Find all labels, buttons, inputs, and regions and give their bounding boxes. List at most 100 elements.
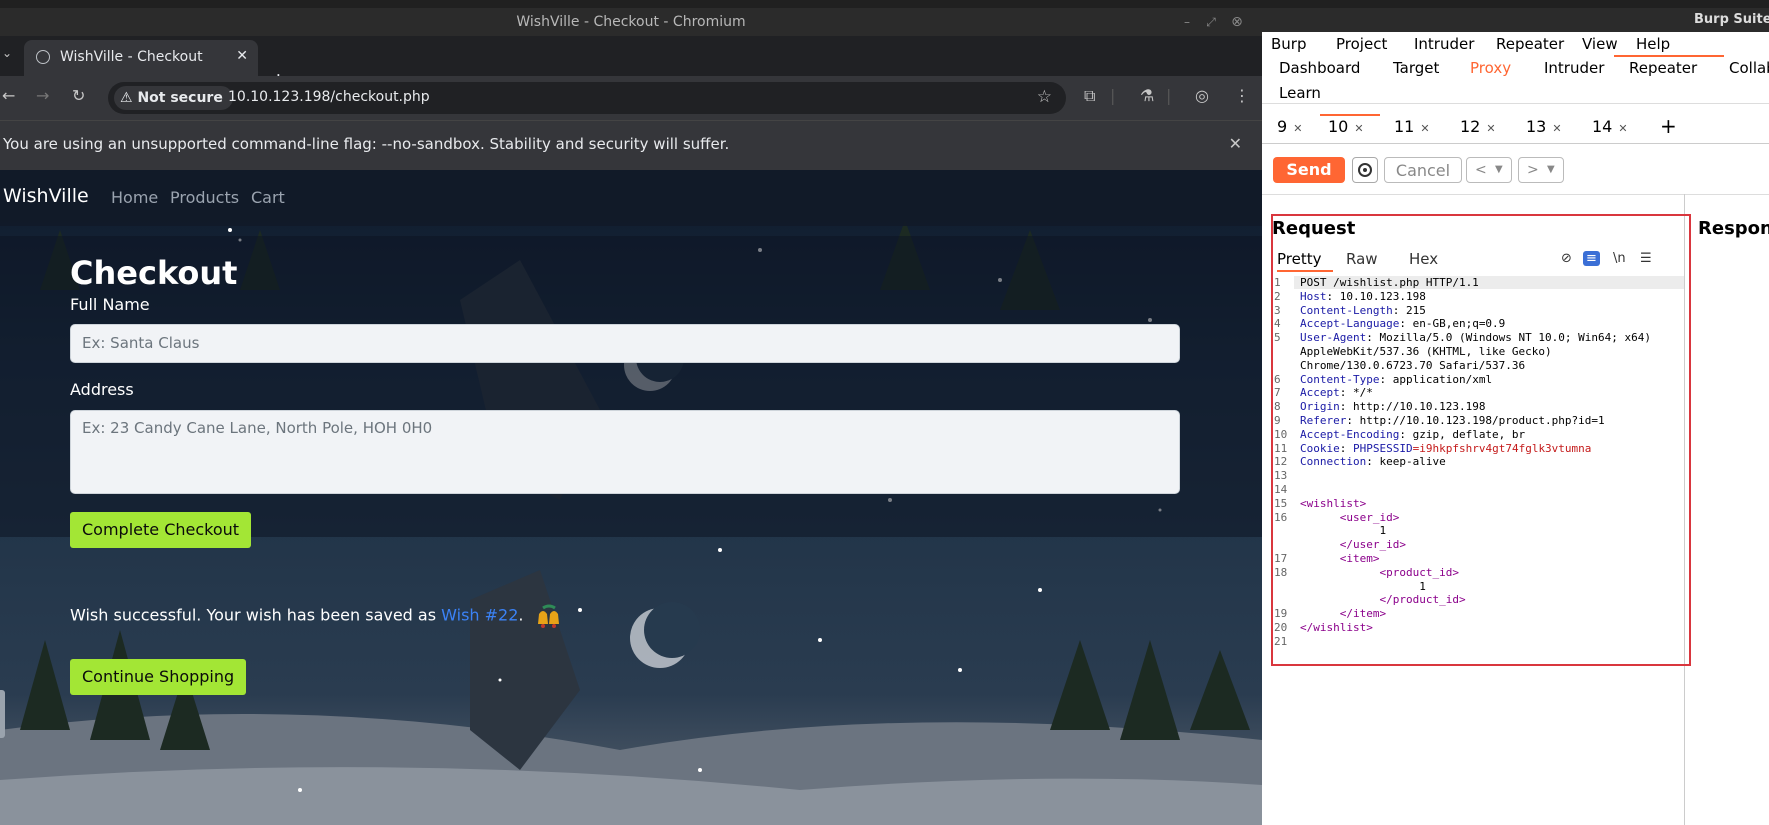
site-brand[interactable]: WishVille xyxy=(3,185,89,207)
hide-eye-icon[interactable]: ⊘ xyxy=(1561,251,1572,266)
tab-proxy[interactable]: Proxy xyxy=(1470,59,1511,77)
header-value: : 10.10.123.198 xyxy=(1326,289,1426,303)
infobar-message: You are using an unsupported command-lin… xyxy=(3,135,730,153)
request-line: <item> xyxy=(1300,552,1380,566)
close-tab-icon[interactable]: ✕ xyxy=(1420,122,1429,135)
repeater-tab-10[interactable]: 10 ✕ xyxy=(1328,117,1364,136)
request-line: Content-Type: application/xml xyxy=(1300,373,1492,387)
line-number: 9 xyxy=(1274,414,1281,427)
globe-icon xyxy=(36,50,50,64)
header-value: : http://10.10.123.198/product.php?id=1 xyxy=(1346,414,1605,427)
url-text[interactable]: 10.10.123.198/checkout.php xyxy=(228,89,430,105)
reload-icon[interactable]: ↻ xyxy=(72,86,85,105)
settings-gear-icon[interactable] xyxy=(1352,157,1378,183)
tab-intruder[interactable]: Intruder xyxy=(1544,59,1604,77)
header-value: : application/xml xyxy=(1379,372,1493,386)
send-button[interactable]: Send xyxy=(1273,157,1345,183)
active-repeater-indicator xyxy=(1320,114,1380,116)
burp-titlebar: Burp Suite xyxy=(1262,8,1769,32)
hamburger-menu-icon[interactable]: ☰ xyxy=(1640,251,1652,266)
response-title: Respon xyxy=(1698,218,1769,239)
add-tab-icon[interactable]: + xyxy=(1660,114,1677,138)
close-tab-icon[interactable]: ✕ xyxy=(1354,122,1363,135)
close-tab-icon[interactable]: ✕ xyxy=(1552,122,1561,135)
tab-repeater[interactable]: Repeater xyxy=(1629,59,1697,77)
forward-icon[interactable]: → xyxy=(36,86,49,105)
maximize-icon[interactable]: ⤢ xyxy=(1200,8,1222,36)
line-number: 13 xyxy=(1274,469,1288,483)
xml-text: </product_id> xyxy=(1300,593,1466,607)
address-textarea[interactable]: Ex: 23 Candy Cane Lane, North Pole, HOH … xyxy=(70,410,1180,494)
header-value: : en-GB,en;q=0.9 xyxy=(1399,317,1506,331)
success-period: . xyxy=(518,605,524,625)
close-window-icon[interactable]: ⊗ xyxy=(1226,8,1248,36)
complete-checkout-button[interactable]: Complete Checkout xyxy=(70,512,252,548)
menu-project[interactable]: Project xyxy=(1336,35,1387,53)
repeater-tab-label: 13 xyxy=(1526,117,1547,136)
menu-help[interactable]: Help xyxy=(1636,35,1670,53)
close-tab-icon[interactable]: ✕ xyxy=(1618,122,1627,135)
request-line: User-Agent: Mozilla/5.0 (Windows NT 10.0… xyxy=(1300,331,1651,345)
xml-text: </user_id> xyxy=(1300,538,1406,552)
repeater-tab-14[interactable]: 14 ✕ xyxy=(1592,117,1628,136)
menu-burp[interactable]: Burp xyxy=(1271,35,1307,53)
close-tab-icon[interactable]: ✕ xyxy=(1293,122,1302,135)
repeater-tab-12[interactable]: 12 ✕ xyxy=(1460,117,1496,136)
request-line: Referer: http://10.10.123.198/product.ph… xyxy=(1300,414,1605,428)
line-number: 17 xyxy=(1274,552,1288,565)
request-line: 1 xyxy=(1300,524,1386,538)
history-back-button[interactable]: < ▼ xyxy=(1466,157,1512,183)
continue-shopping-button[interactable]: Continue Shopping xyxy=(70,659,247,695)
menu-view[interactable]: View xyxy=(1582,35,1618,53)
nav-home-link[interactable]: Home xyxy=(111,188,158,207)
success-message: Wish successful. Your wish has been save… xyxy=(70,604,565,628)
tab-search-icon[interactable]: ⌄ xyxy=(2,46,12,60)
extensions-icon[interactable]: ⧉ xyxy=(1084,86,1095,106)
newline-toggle-icon[interactable]: \n xyxy=(1613,251,1626,266)
close-tab-icon[interactable]: ✕ xyxy=(1486,122,1495,135)
subtab-active-indicator xyxy=(1277,270,1333,272)
browser-tab[interactable]: WishVille - Checkout ✕ xyxy=(24,40,258,76)
repeater-tab-9[interactable]: 9 ✕ xyxy=(1277,117,1302,136)
side-handle[interactable] xyxy=(0,690,5,738)
cancel-button[interactable]: Cancel xyxy=(1384,157,1462,183)
site-navbar: WishVille Home Products Cart xyxy=(0,170,1262,226)
nav-cart-link[interactable]: Cart xyxy=(251,188,285,207)
profile-icon[interactable]: ◎ xyxy=(1195,86,1209,105)
nav-products-link[interactable]: Products xyxy=(170,188,239,207)
tab-dashboard[interactable]: Dashboard xyxy=(1279,59,1360,77)
line-number: 18 xyxy=(1274,565,1288,579)
full-name-input[interactable]: Ex: Santa Claus xyxy=(70,324,1180,363)
labs-flask-icon[interactable]: ⚗ xyxy=(1140,86,1154,105)
security-chip[interactable]: ⚠ Not secure xyxy=(114,86,233,110)
line-number: 11 xyxy=(1274,441,1288,455)
menu-kebab-icon[interactable]: ⋮ xyxy=(1234,86,1250,105)
request-line: </wishlist> xyxy=(1300,621,1373,635)
word-wrap-icon[interactable]: ≡ xyxy=(1583,251,1600,266)
subtab-raw[interactable]: Raw xyxy=(1346,250,1378,268)
line-number: 1 xyxy=(1274,276,1281,289)
bookmark-star-icon[interactable]: ☆ xyxy=(1037,87,1052,107)
request-line: Host: 10.10.123.198 xyxy=(1300,290,1426,304)
tab-target[interactable]: Target xyxy=(1393,59,1439,77)
subtab-hex[interactable]: Hex xyxy=(1409,250,1438,268)
back-icon[interactable]: ← xyxy=(2,86,15,105)
xml-text: <item> xyxy=(1300,552,1380,565)
address-bar[interactable]: ⚠ Not secure 10.10.123.198/checkout.php … xyxy=(108,82,1066,114)
request-title: Request xyxy=(1272,218,1356,239)
close-infobar-icon[interactable]: ✕ xyxy=(1229,134,1242,153)
request-editor[interactable]: 1 POST /wishlist.php HTTP/1.1 2 Host: 10.10… xyxy=(1274,276,1684,656)
repeater-tab-11[interactable]: 11 ✕ xyxy=(1394,117,1430,136)
request-line: <user_id> xyxy=(1300,511,1400,525)
tab-learn[interactable]: Learn xyxy=(1279,84,1321,102)
close-tab-icon[interactable]: ✕ xyxy=(236,48,248,64)
repeater-tab-13[interactable]: 13 ✕ xyxy=(1526,117,1562,136)
tab-collaborator[interactable]: Collab xyxy=(1729,59,1769,77)
wish-link[interactable]: Wish #22 xyxy=(441,606,518,625)
xml-text: 1 xyxy=(1300,524,1387,538)
menu-intruder[interactable]: Intruder xyxy=(1414,35,1474,53)
subtab-pretty[interactable]: Pretty xyxy=(1277,250,1322,268)
menu-repeater[interactable]: Repeater xyxy=(1496,35,1564,53)
history-forward-button[interactable]: > ▼ xyxy=(1518,157,1564,183)
minimize-icon[interactable]: – xyxy=(1176,8,1198,36)
